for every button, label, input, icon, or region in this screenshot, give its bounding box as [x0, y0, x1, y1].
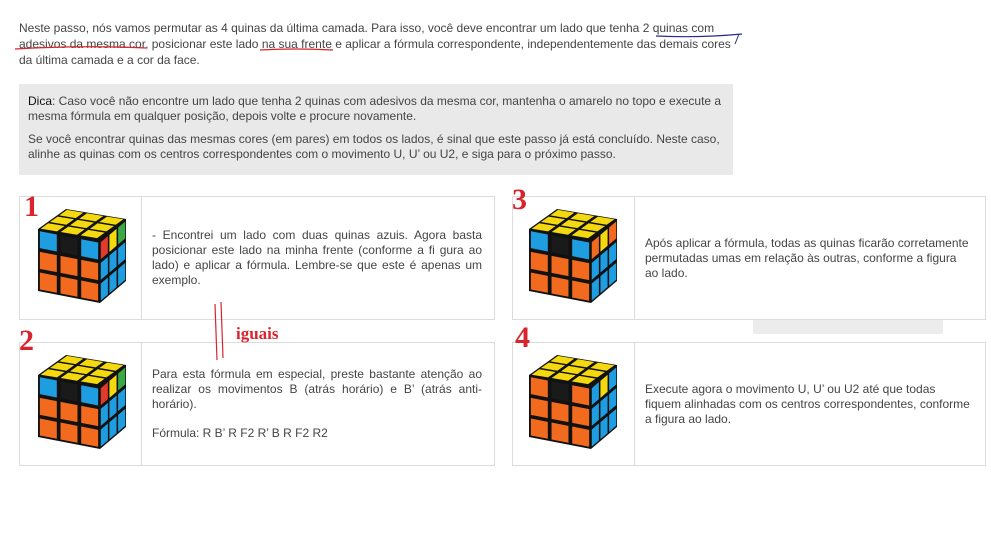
front-face-sticker [39, 272, 57, 293]
front-face-sticker [572, 426, 590, 447]
front-face-sticker [530, 377, 548, 398]
front-face-sticker [551, 255, 569, 277]
step-4-text-cell: Execute agora o movimento U, U’ ou U2 at… [645, 343, 973, 465]
front-face-sticker [551, 235, 569, 256]
front-face-sticker [60, 401, 78, 423]
step-4-text: Execute agora o movimento U, U’ ou U2 at… [645, 381, 970, 426]
front-face-sticker [60, 235, 78, 256]
tip-paragraph-1: Dica: Caso você não encontre um lado que… [28, 94, 723, 124]
front-face-sticker [81, 259, 99, 281]
front-face-sticker [39, 231, 57, 252]
front-face-sticker [572, 385, 590, 406]
step-1-text: - Encontrei um lado com duas quinas azui… [152, 228, 482, 287]
front-face-sticker [551, 422, 569, 443]
front-face-sticker [60, 276, 78, 297]
front-face-sticker [551, 401, 569, 423]
front-face-sticker [572, 239, 590, 260]
step-2-text: Para esta fórmula em especial, preste ba… [152, 367, 482, 411]
tip-box: Dica: Caso você não encontre um lado que… [19, 84, 733, 175]
step-2-text-cell: Para esta fórmula em especial, preste ba… [152, 343, 482, 465]
step-number-4: 4 [515, 321, 530, 354]
tip-label: Dica [28, 94, 53, 108]
front-face-sticker [81, 385, 99, 406]
front-face-sticker [81, 405, 99, 427]
step-3-text-cell: Após aplicar a fórmula, todas as quinas … [645, 197, 973, 319]
rubiks-cube-step-2 [38, 355, 126, 449]
underline-annotation [14, 33, 743, 51]
front-face-sticker [551, 276, 569, 297]
front-face-sticker [572, 280, 590, 301]
front-face-sticker [39, 418, 57, 439]
front-face-sticker [39, 251, 57, 273]
rubiks-cube-step-1 [38, 209, 126, 303]
front-face-sticker [60, 422, 78, 443]
front-face-sticker [572, 259, 590, 281]
step-number-2: 2 [19, 324, 34, 357]
front-face-sticker [81, 426, 99, 447]
iguais-annotation: iguais [236, 324, 279, 343]
front-face-sticker [530, 231, 548, 252]
step-1-text-cell: - Encontrei um lado com duas quinas azui… [152, 197, 482, 319]
tip-paragraph-2: Se você encontrar quinas das mesmas core… [28, 132, 720, 161]
step-3-text: Após aplicar a fórmula, todas as quinas … [645, 235, 969, 280]
front-face-sticker [530, 418, 548, 439]
tip-text-1: : Caso você não encontre um lado que ten… [28, 94, 722, 123]
front-face-sticker [530, 397, 548, 419]
front-face-sticker [60, 255, 78, 277]
front-face-sticker [39, 377, 57, 398]
front-face-sticker [530, 251, 548, 273]
step-2-formula: Fórmula: R B’ R F2 R’ B R F2 R2 [152, 426, 328, 440]
front-face-sticker [530, 272, 548, 293]
front-face-sticker [572, 405, 590, 427]
front-face-sticker [81, 280, 99, 301]
rubiks-cube-step-4 [529, 355, 617, 449]
grey-bar [753, 320, 943, 334]
front-face-sticker [81, 239, 99, 260]
front-face-sticker [551, 381, 569, 402]
front-face-sticker [60, 381, 78, 402]
front-face-sticker [39, 397, 57, 419]
rubiks-cube-step-3 [529, 209, 617, 303]
